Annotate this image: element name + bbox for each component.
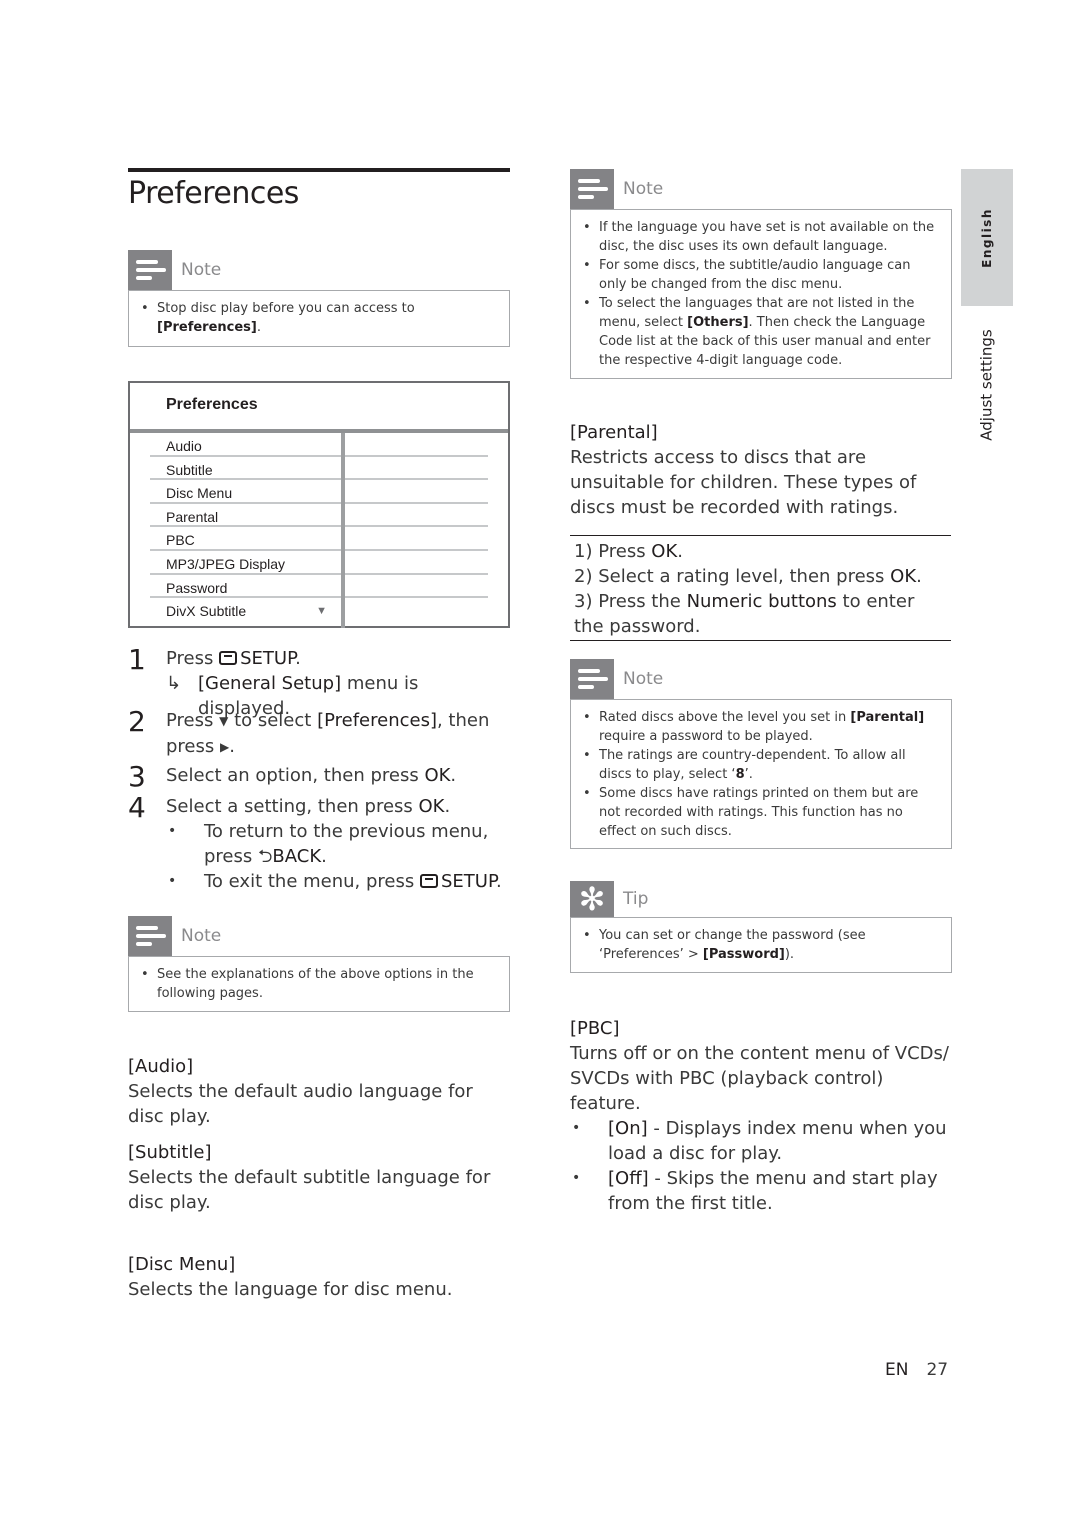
note-body: Rated discs above the level you set in [… bbox=[570, 699, 952, 849]
setup-icon bbox=[219, 651, 238, 665]
parental-steps: 1) Press OK. 2) Select a rating level, t… bbox=[570, 535, 951, 641]
result-arrow-icon: ↳ bbox=[166, 673, 182, 694]
note-header: Note bbox=[128, 916, 510, 956]
pbc-option-on: [On] - Displays index menu when you load… bbox=[570, 1116, 955, 1166]
note-body: If the language you have set is not avai… bbox=[570, 209, 952, 379]
parental-step: 3) Press the Numeric buttons to enter th… bbox=[574, 591, 915, 637]
note-header: Note bbox=[128, 250, 510, 290]
step-4: 4 Select a setting, then press OK. To re… bbox=[128, 791, 508, 895]
steps-list: 1 Press SETUP. ↳ [General Setup] menu is … bbox=[128, 643, 508, 895]
note-explanations: Note See the explanations of the above o… bbox=[128, 916, 510, 1012]
preferences-menu-illustration: Preferences Audio Subtitle Disc Menu Par… bbox=[128, 381, 510, 628]
tip-label: Tip bbox=[623, 889, 649, 909]
note-item: See the explanations of the above option… bbox=[139, 965, 499, 1003]
step-3: 3 Select an option, then press OK. bbox=[128, 760, 457, 793]
right-triangle-icon: ▶ bbox=[219, 740, 230, 754]
note-icon bbox=[128, 250, 172, 290]
language-label: English bbox=[980, 207, 994, 268]
option-description: Restricts access to discs that are unsui… bbox=[570, 447, 917, 518]
menu-item-parental: Parental bbox=[150, 504, 341, 528]
note-label: Note bbox=[181, 926, 222, 946]
step-4-bullet: To exit the menu, press SETUP. bbox=[166, 869, 508, 894]
step-4-bullet: To return to the previous menu, press ⮌B… bbox=[166, 819, 508, 869]
chapter-title: Adjust settings bbox=[978, 329, 997, 441]
menu-item-audio: Audio bbox=[150, 433, 341, 457]
menu-item-subtitle: Subtitle bbox=[150, 457, 341, 481]
tip-asterisk-icon: ✻ bbox=[570, 881, 614, 917]
option-description: Selects the language for disc menu. bbox=[128, 1279, 453, 1300]
step-number: 2 bbox=[128, 705, 146, 738]
option-parental: [Parental] Restricts access to discs tha… bbox=[570, 420, 940, 520]
scroll-down-icon: ▼ bbox=[316, 605, 327, 618]
menu-item-mp3-jpeg-display: MP3/JPEG Display bbox=[150, 551, 341, 575]
option-heading: [PBC] bbox=[570, 1018, 620, 1039]
step-number: 3 bbox=[128, 760, 146, 793]
note-icon bbox=[570, 169, 614, 209]
tip-header: ✻ Tip bbox=[570, 881, 952, 917]
page-number: 27 bbox=[926, 1360, 949, 1380]
option-heading: [Audio] bbox=[128, 1056, 194, 1077]
note-header: Note bbox=[570, 659, 952, 699]
note-body: See the explanations of the above option… bbox=[128, 956, 510, 1012]
option-heading: [Parental] bbox=[570, 422, 658, 443]
menu-values-column bbox=[345, 433, 488, 622]
setup-icon bbox=[419, 874, 438, 888]
option-heading: [Subtitle] bbox=[128, 1142, 212, 1163]
tip-body: You can set or change the password (see … bbox=[570, 917, 952, 973]
note-ratings: Note Rated discs above the level you set… bbox=[570, 659, 952, 849]
note-item: To select the languages that are not lis… bbox=[581, 294, 941, 370]
step-1: 1 Press SETUP. ↳ [General Setup] menu is … bbox=[128, 643, 419, 720]
option-disc-menu: [Disc Menu] Selects the language for dis… bbox=[128, 1252, 513, 1302]
note-stop-disc: Note Stop disc play before you can acces… bbox=[128, 250, 510, 347]
note-icon bbox=[128, 916, 172, 956]
menu-title: Preferences bbox=[166, 396, 258, 413]
note-header: Note bbox=[570, 169, 952, 209]
menu-item-disc-menu: Disc Menu bbox=[150, 480, 341, 504]
note-item: Rated discs above the level you set in [… bbox=[581, 708, 941, 746]
note-item: Stop disc play before you can access to … bbox=[139, 299, 499, 337]
tip-password: ✻ Tip You can set or change the password… bbox=[570, 881, 952, 973]
note-language: Note If the language you have set is not… bbox=[570, 169, 952, 379]
option-audio: [Audio] Selects the default audio langua… bbox=[128, 1054, 513, 1129]
note-label: Note bbox=[623, 179, 664, 199]
note-label: Note bbox=[623, 669, 664, 689]
option-subtitle: [Subtitle] Selects the default subtitle … bbox=[128, 1140, 498, 1215]
menu-item-divx-subtitle: DivX Subtitle ▼ bbox=[150, 598, 341, 622]
footer-language: EN bbox=[885, 1360, 909, 1380]
note-icon bbox=[570, 659, 614, 699]
menu-item-password: Password bbox=[150, 575, 341, 599]
note-item: For some discs, the subtitle/audio langu… bbox=[581, 256, 941, 294]
section-rule bbox=[128, 168, 510, 172]
parental-step: 2) Select a rating level, then press OK. bbox=[574, 566, 922, 587]
back-icon: ⮌ bbox=[257, 846, 273, 867]
option-heading: [Disc Menu] bbox=[128, 1254, 236, 1275]
note-item: The ratings are country-dependent. To al… bbox=[581, 746, 941, 784]
option-description: Selects the default audio language for d… bbox=[128, 1081, 473, 1127]
menu-item-pbc: PBC bbox=[150, 527, 341, 551]
step-number: 4 bbox=[128, 791, 146, 824]
option-description: Turns off or on the content menu of VCDs… bbox=[570, 1043, 949, 1114]
step-number: 1 bbox=[128, 643, 146, 676]
tip-item: You can set or change the password (see … bbox=[581, 926, 941, 964]
page-footer: EN 27 bbox=[885, 1360, 948, 1380]
note-item: Some discs have ratings printed on them … bbox=[581, 784, 941, 841]
note-body: Stop disc play before you can access to … bbox=[128, 290, 510, 347]
language-tab-label: English bbox=[961, 169, 1013, 306]
down-triangle-icon: ▼ bbox=[219, 714, 229, 728]
option-pbc: [PBC] Turns off or on the content menu o… bbox=[570, 1016, 955, 1216]
step-2: 2 Press ▼ to select [Preferences], then … bbox=[128, 705, 490, 758]
pbc-option-off: [Off] - Skips the menu and start play fr… bbox=[570, 1166, 955, 1216]
menu-options-list: Audio Subtitle Disc Menu Parental PBC MP… bbox=[150, 433, 341, 622]
note-label: Note bbox=[181, 260, 222, 280]
parental-step: 1) Press OK. bbox=[574, 541, 684, 562]
page-title: Preferences bbox=[128, 176, 299, 211]
pbc-options: [On] - Displays index menu when you load… bbox=[570, 1116, 955, 1216]
note-item: If the language you have set is not avai… bbox=[581, 218, 941, 256]
chapter-label: Adjust settings bbox=[961, 320, 1013, 450]
option-description: Selects the default subtitle language fo… bbox=[128, 1167, 491, 1213]
